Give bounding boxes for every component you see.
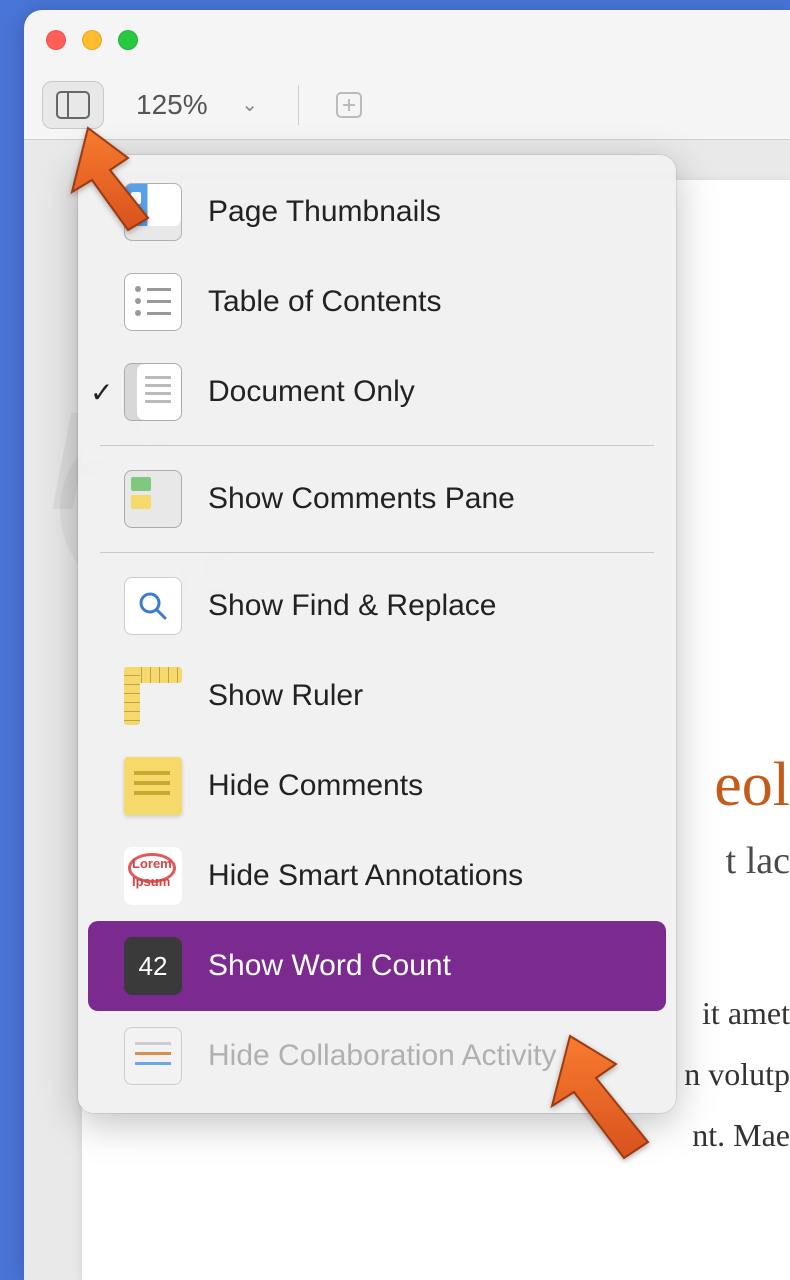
menu-separator (100, 552, 654, 553)
chevron-down-icon: ⌄ (241, 92, 258, 117)
plus-icon (336, 92, 362, 118)
ruler-icon (124, 667, 182, 725)
menu-item-show-comments-pane[interactable]: Show Comments Pane (88, 454, 666, 544)
zoom-dropdown[interactable]: 125% ⌄ (122, 81, 272, 129)
close-window-button[interactable] (46, 30, 66, 50)
word-count-number: 42 (139, 951, 168, 982)
add-page-button[interactable] (325, 81, 373, 129)
menu-label: Hide Comments (208, 769, 423, 803)
document-only-icon (124, 363, 182, 421)
menu-label: Show Ruler (208, 679, 363, 713)
menu-label: Hide Collaboration Activity (208, 1039, 557, 1073)
smart-annotations-icon: Lorem Ipsum (124, 847, 182, 905)
body-line: nt. Mae (82, 1105, 790, 1166)
comments-icon (124, 757, 182, 815)
fullscreen-window-button[interactable] (118, 30, 138, 50)
toolbar-divider (298, 85, 299, 125)
word-count-icon: 42 (124, 937, 182, 995)
menu-label: Show Find & Replace (208, 589, 497, 623)
collaboration-activity-icon (124, 1027, 182, 1085)
menu-item-page-thumbnails[interactable]: Page Thumbnails (88, 167, 666, 257)
menu-label: Document Only (208, 375, 415, 409)
menu-item-show-word-count[interactable]: 42 Show Word Count (88, 921, 666, 1011)
table-of-contents-icon (124, 273, 182, 331)
menu-item-table-of-contents[interactable]: Table of Contents (88, 257, 666, 347)
menu-separator (100, 445, 654, 446)
menu-item-hide-comments[interactable]: Hide Comments (88, 741, 666, 831)
zoom-value: 125% (136, 89, 208, 121)
view-options-button[interactable] (42, 81, 104, 129)
toolbar: 125% ⌄ (24, 70, 790, 140)
comments-pane-icon (124, 470, 182, 528)
minimize-window-button[interactable] (82, 30, 102, 50)
menu-item-document-only[interactable]: ✓ Document Only (88, 347, 666, 437)
menu-item-show-find-replace[interactable]: Show Find & Replace (88, 561, 666, 651)
search-icon (124, 577, 182, 635)
checkmark-icon: ✓ (90, 376, 113, 409)
menu-label: Show Comments Pane (208, 482, 515, 516)
menu-label: Hide Smart Annotations (208, 859, 523, 893)
menu-label: Page Thumbnails (208, 195, 441, 229)
view-options-menu: Page Thumbnails Table of Contents ✓ Docu… (78, 155, 676, 1113)
menu-item-hide-collaboration-activity: Hide Collaboration Activity (88, 1011, 666, 1101)
menu-label: Table of Contents (208, 285, 441, 319)
menu-item-show-ruler[interactable]: Show Ruler (88, 651, 666, 741)
page-thumbnails-icon (124, 183, 182, 241)
menu-label: Show Word Count (208, 949, 451, 983)
sidebar-panel-icon (56, 91, 90, 119)
menu-item-hide-smart-annotations[interactable]: Lorem Ipsum Hide Smart Annotations (88, 831, 666, 921)
titlebar (24, 10, 790, 70)
